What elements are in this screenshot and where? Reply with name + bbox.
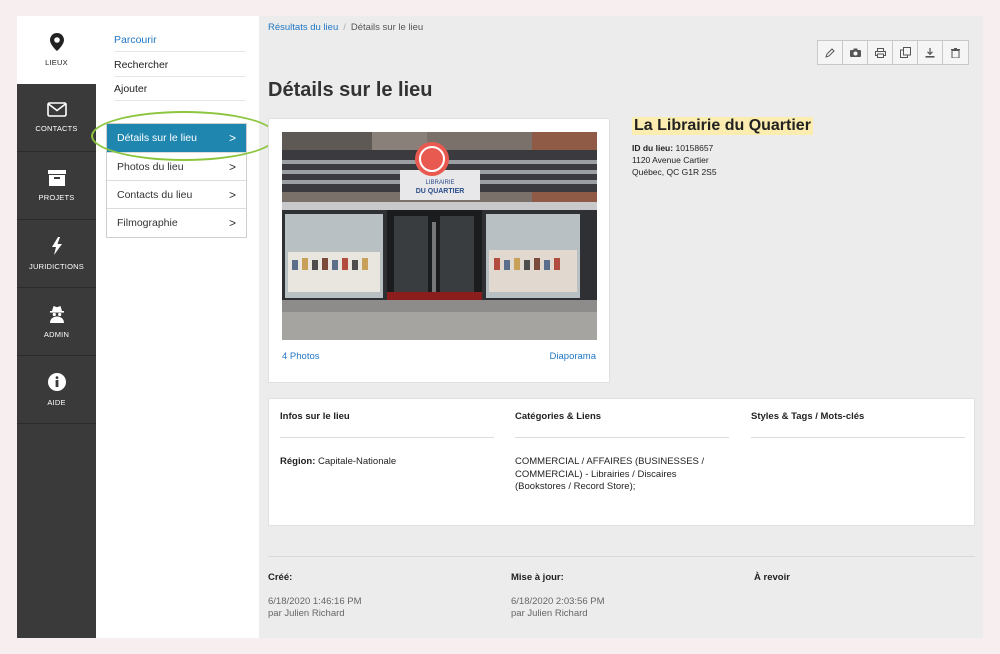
rail-item-admin[interactable]: ADMIN — [17, 288, 96, 356]
chevron-right-icon: > — [228, 187, 236, 202]
address-line-2: Québec, QC G1R 2S5 — [632, 167, 717, 177]
breadcrumb-link-results[interactable]: Résultats du lieu — [268, 22, 338, 33]
region-label: Région: — [280, 456, 316, 467]
nav-link-parcourir[interactable]: Parcourir — [114, 28, 246, 52]
slideshow-link[interactable]: Diaporama — [550, 351, 596, 362]
place-id-label: ID du lieu: — [632, 143, 674, 153]
rail-item-juridictions[interactable]: JURIDICTIONS — [17, 220, 96, 288]
sign-text-bottom: DU QUARTIER — [416, 188, 465, 195]
print-button[interactable] — [868, 41, 893, 64]
map-pin-icon — [49, 33, 64, 51]
rail-item-aide[interactable]: AIDE — [17, 356, 96, 424]
categories-column-heading: Catégories & Liens — [515, 411, 729, 438]
breadcrumb-separator: / — [343, 22, 346, 33]
archive-icon — [47, 169, 66, 186]
nav-link-rechercher[interactable]: Rechercher — [114, 53, 246, 77]
icon-rail: LIEUX CONTACTS PROJETS JURIDICTIONS ADMI… — [17, 16, 96, 638]
styles-column: Styles & Tags / Mots-clés — [751, 411, 965, 438]
created-label: Créé: — [268, 572, 293, 583]
created-info: Créé: 6/18/2020 1:46:16 PM par Julien Ri… — [268, 572, 488, 620]
place-name: La Librairie du Quartier — [632, 117, 813, 135]
chevron-right-icon: > — [228, 216, 236, 230]
info-column: Infos sur le lieu Région: Capitale-Natio… — [280, 411, 494, 469]
updated-by: par Julien Richard — [511, 608, 588, 619]
address-line-1: 1120 Avenue Cartier — [632, 155, 709, 165]
duplicate-button[interactable] — [893, 41, 918, 64]
action-toolbar — [817, 40, 969, 65]
rail-label: ADMIN — [43, 329, 70, 339]
updated-info: Mise à jour: 6/18/2020 2:03:56 PM par Ju… — [511, 572, 731, 620]
page-title: Détails sur le lieu — [268, 79, 433, 101]
review-label: À revoir — [754, 572, 790, 583]
submenu-item-photos[interactable]: Photos du lieu > — [107, 153, 246, 181]
camera-icon — [849, 48, 861, 57]
updated-label: Mise à jour: — [511, 572, 564, 583]
download-button[interactable] — [918, 41, 943, 64]
updated-date: 6/18/2020 2:03:56 PM — [511, 596, 605, 607]
photo-card: LIBRAIRIE DU QUARTIER 4 Photos Diaporama — [268, 118, 610, 383]
created-by: par Julien Richard — [268, 608, 345, 619]
submenu-label: Détails sur le lieu — [117, 132, 197, 144]
chevron-right-icon: > — [228, 131, 236, 145]
review-info: À revoir — [754, 572, 974, 596]
place-id-value: 10158657 — [675, 143, 714, 153]
user-secret-icon — [49, 305, 64, 323]
photo-count-link[interactable]: 4 Photos — [282, 351, 320, 362]
rail-item-projets[interactable]: PROJETS — [17, 152, 96, 220]
submenu-item-details[interactable]: Détails sur le lieu > — [107, 124, 246, 153]
submenu-item-contacts[interactable]: Contacts du lieu > — [107, 181, 246, 209]
edit-button[interactable] — [818, 41, 843, 64]
chevron-right-icon: > — [228, 159, 236, 174]
app-window: LIEUX CONTACTS PROJETS JURIDICTIONS ADMI… — [17, 16, 983, 638]
rail-label: AIDE — [47, 397, 66, 407]
photo-button[interactable] — [843, 41, 868, 64]
place-submenu: Détails sur le lieu > Photos du lieu > C… — [106, 123, 247, 238]
rail-item-lieux[interactable]: LIEUX — [17, 16, 96, 84]
copy-icon — [899, 47, 911, 58]
submenu-item-filmographie[interactable]: Filmographie > — [107, 209, 246, 237]
info-icon — [47, 372, 66, 391]
rail-label: PROJETS — [38, 192, 75, 202]
rail-label: CONTACTS — [35, 124, 78, 133]
categories-column: Catégories & Liens COMMERCIAL / AFFAIRES… — [515, 411, 729, 494]
envelope-icon — [46, 102, 67, 117]
delete-button[interactable] — [943, 41, 968, 64]
rail-item-contacts[interactable]: CONTACTS — [17, 84, 96, 152]
breadcrumb-current: Détails sur le lieu — [350, 22, 424, 33]
print-icon — [874, 47, 886, 58]
trash-icon — [951, 47, 960, 58]
place-details: ID du lieu: 10158657 1120 Avenue Cartier… — [632, 142, 813, 178]
bolt-icon — [51, 236, 62, 255]
rail-label: JURIDICTIONS — [29, 261, 84, 271]
submenu-label: Photos du lieu — [117, 160, 184, 173]
region-value: Capitale-Nationale — [318, 456, 397, 467]
submenu-label: Contacts du lieu — [117, 188, 193, 201]
region-row: Région: Capitale-Nationale — [280, 456, 494, 469]
submenu-label: Filmographie — [117, 217, 178, 229]
categories-text: COMMERCIAL / AFFAIRES (BUSINESSES / COMM… — [515, 456, 705, 492]
main-content: Résultats du lieu / Détails sur le lieu Dé… — [259, 16, 983, 638]
details-card: Infos sur le lieu Région: Capitale-Natio… — [268, 398, 975, 526]
meta-divider — [268, 556, 975, 557]
nav-column: Parcourir Rechercher Ajouter Détails sur… — [91, 16, 277, 638]
rail-label: LIEUX — [45, 58, 68, 67]
created-date: 6/18/2020 1:46:16 PM — [268, 596, 362, 607]
styles-column-heading: Styles & Tags / Mots-clés — [751, 411, 965, 438]
nav-link-ajouter[interactable]: Ajouter — [114, 77, 246, 101]
storefront-illustration: LIBRAIRIE DU QUARTIER — [282, 132, 597, 340]
breadcrumb: Résultats du lieu / Détails sur le lieu — [268, 22, 423, 33]
place-info: La Librairie du Quartier ID du lieu: 101… — [632, 117, 813, 178]
download-icon — [925, 47, 935, 58]
info-column-heading: Infos sur le lieu — [280, 411, 494, 438]
pencil-icon — [825, 47, 835, 58]
storefront-photo[interactable]: LIBRAIRIE DU QUARTIER — [282, 132, 597, 340]
sign-text-top: LIBRAIRIE — [425, 180, 454, 186]
